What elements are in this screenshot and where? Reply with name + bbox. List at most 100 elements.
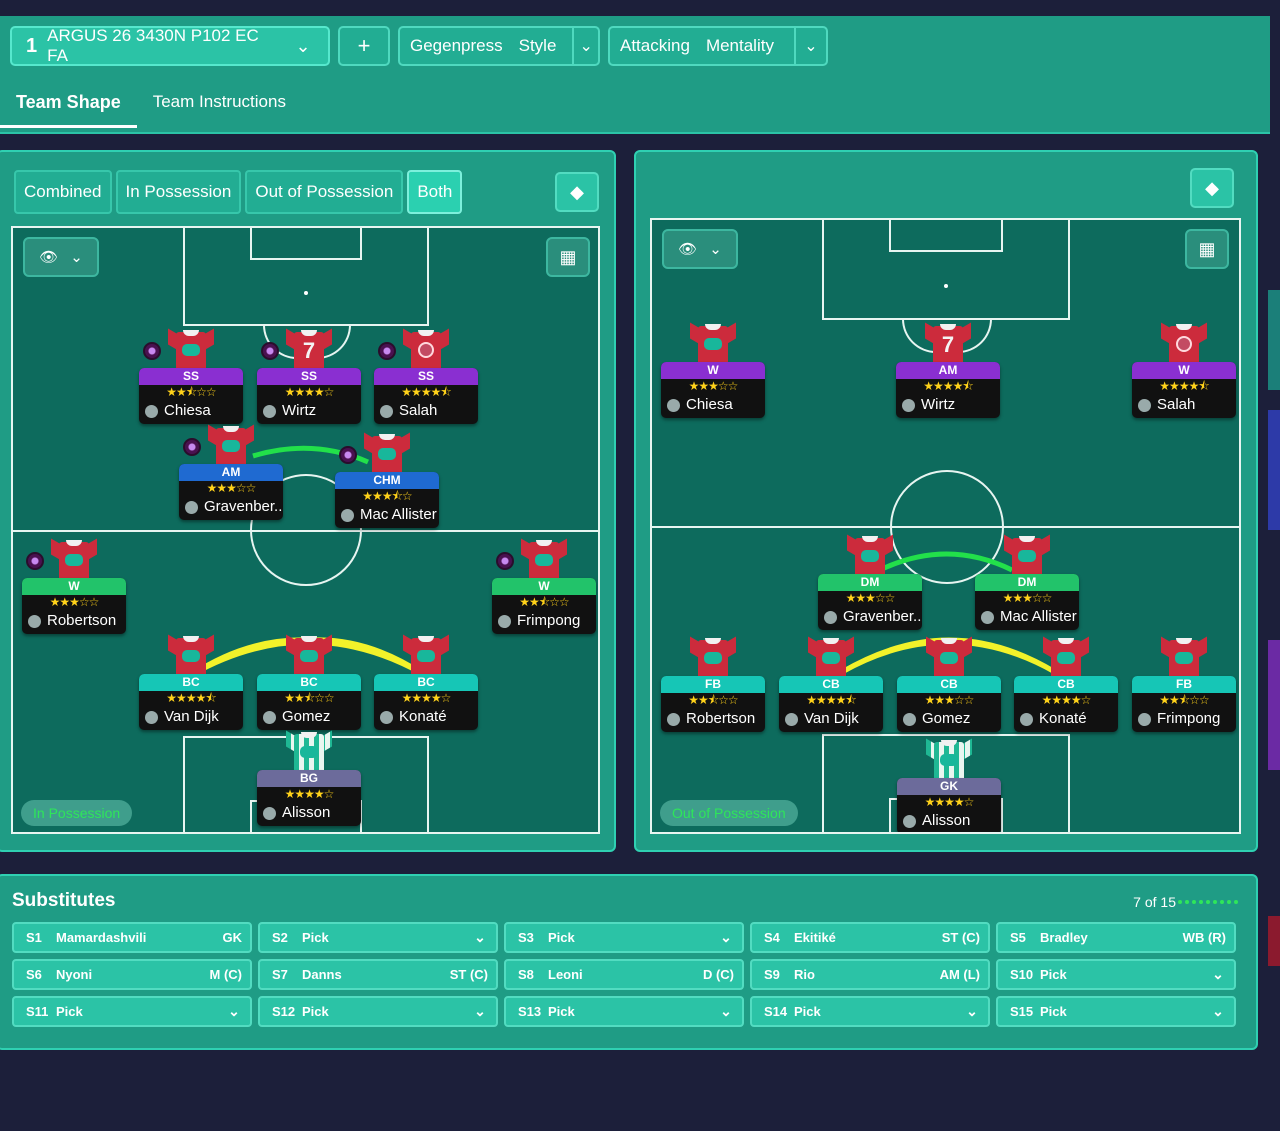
sub-position: M (C): [209, 967, 243, 982]
sub-slot-s4[interactable]: S4 Ekitiké ST (C): [750, 922, 990, 953]
sub-slot-s7[interactable]: S7 Danns ST (C): [258, 959, 498, 990]
sub-slot-s1[interactable]: S1 Mamardashvili GK: [12, 922, 252, 953]
role-label: SS: [257, 368, 361, 385]
diamond-tool-button[interactable]: ◆: [555, 172, 599, 212]
sub-slot-s8[interactable]: S8 Leoni D (C): [504, 959, 744, 990]
sub-position: GK: [222, 930, 243, 945]
player-card[interactable]: CB ★★★☆☆ Gomez: [897, 676, 1001, 732]
tactic-select[interactable]: 1 ARGUS 26 3430N P102 EC FA ⌄: [10, 26, 330, 66]
diamond-tool-button[interactable]: ◆: [1190, 168, 1234, 208]
crest-icon: [418, 342, 434, 358]
sub-slot-s9[interactable]: S9 Rio AM (L): [750, 959, 990, 990]
sub-player-name: Danns: [302, 967, 342, 982]
player-name: Robertson: [686, 710, 756, 727]
role-label: FB: [1132, 676, 1236, 693]
sub-player-name: Bradley: [1040, 930, 1088, 945]
person-icon: [263, 806, 276, 820]
player-card[interactable]: FB ★★⯪☆☆ Frimpong: [1132, 676, 1236, 732]
mentality-select[interactable]: Attacking Mentality ⌄: [608, 26, 828, 66]
role-label: CHM: [335, 472, 439, 489]
player-card[interactable]: W ★★⯪☆☆ Frimpong: [492, 578, 596, 634]
chevron-down-icon: ⌄: [720, 1003, 732, 1019]
player-card[interactable]: W ★★★☆☆ Chiesa: [661, 362, 765, 418]
person-icon: [824, 610, 837, 624]
player-name-row: Robertson: [22, 610, 126, 632]
grid-view-button[interactable]: ▦: [546, 237, 590, 277]
sub-slot-s12[interactable]: S12 Pick ⌄: [258, 996, 498, 1027]
player-name-row: Alisson: [897, 810, 1001, 832]
crest-icon: [65, 554, 83, 566]
player-card[interactable]: GK ★★★★☆ Alisson: [897, 778, 1001, 832]
style-select[interactable]: Gegenpress Style ⌄: [398, 26, 600, 66]
role-badge-icon: [26, 552, 44, 570]
player-card[interactable]: DM ★★★☆☆ Mac Allister: [975, 574, 1079, 630]
sub-slot-s5[interactable]: S5 Bradley WB (R): [996, 922, 1236, 953]
sub-slot-s13[interactable]: S13 Pick ⌄: [504, 996, 744, 1027]
visibility-button[interactable]: 👁 ⌄: [23, 237, 99, 277]
player-card[interactable]: BC ★★★★⯪ Van Dijk: [139, 674, 243, 730]
role-rating-stars: ★★⯪☆☆: [1159, 693, 1209, 707]
player-name-row: Frimpong: [492, 610, 596, 632]
tab-combined[interactable]: Combined: [14, 170, 112, 214]
player-name-row: Konaté: [1014, 708, 1118, 730]
sub-slot-s15[interactable]: S15 Pick ⌄: [996, 996, 1236, 1027]
tab-team-shape[interactable]: Team Shape: [0, 76, 137, 128]
sub-slot-number: S10: [1010, 967, 1034, 982]
phase-label-in-possession: In Possession: [21, 800, 133, 826]
eye-icon: 👁: [678, 241, 698, 258]
player-card[interactable]: AM ★★★★⯪ Wirtz: [896, 362, 1000, 418]
role-rating-stars: ★★★★⯪: [923, 379, 973, 393]
role-label: GK: [897, 778, 1001, 795]
sub-player-name: Pick: [302, 1004, 329, 1019]
player-card[interactable]: BG ★★★★☆ Alisson: [257, 770, 361, 826]
crest-icon: [1057, 652, 1075, 664]
role-rating-stars: ★★★☆☆: [688, 379, 739, 393]
phase-label-out-of-possession: Out of Possession: [660, 800, 798, 826]
player-card[interactable]: SS ★★⯪☆☆ Chiesa: [139, 368, 243, 424]
player-card[interactable]: SS ★★★★⯪ Salah: [374, 368, 478, 424]
player-card[interactable]: SS ★★★★☆ Wirtz: [257, 368, 361, 424]
grid-view-button[interactable]: ▦: [1185, 229, 1229, 269]
role-rating-stars: ★★★★⯪: [1159, 379, 1209, 393]
player-card[interactable]: BC ★★★★☆ Konaté: [374, 674, 478, 730]
role-rating-stars: ★★★⯪☆: [362, 489, 412, 503]
sub-slot-s3[interactable]: S3 Pick ⌄: [504, 922, 744, 953]
sub-slot-s11[interactable]: S11 Pick ⌄: [12, 996, 252, 1027]
player-name-row: Salah: [1132, 394, 1236, 416]
player-card[interactable]: AM ★★★☆☆ Gravenber...: [179, 464, 283, 520]
player-card[interactable]: DM ★★★☆☆ Gravenber...: [818, 574, 922, 630]
shirt-icon: [286, 730, 332, 772]
player-card[interactable]: CHM ★★★⯪☆ Mac Allister: [335, 472, 439, 528]
tab-both[interactable]: Both: [407, 170, 463, 214]
sub-slot-s10[interactable]: S10 Pick ⌄: [996, 959, 1236, 990]
add-tactic-button[interactable]: +: [338, 26, 390, 66]
tab-in-possession[interactable]: In Possession: [115, 170, 242, 214]
shirt-icon: [1161, 636, 1207, 678]
sub-slot-s6[interactable]: S6 Nyoni M (C): [12, 959, 252, 990]
player-card[interactable]: BC ★★⯪☆☆ Gomez: [257, 674, 361, 730]
view-tabs: Combined In Possession Out of Possession…: [14, 170, 463, 214]
chevron-down-icon: ⌄: [295, 35, 311, 56]
player-card[interactable]: CB ★★★★☆ Konaté: [1014, 676, 1118, 732]
person-icon: [785, 712, 798, 726]
player-card[interactable]: FB ★★⯪☆☆ Robertson: [661, 676, 765, 732]
penalty-spot: [944, 284, 948, 288]
grid-icon: ▦: [1198, 238, 1216, 259]
tab-out-of-possession[interactable]: Out of Possession: [245, 170, 404, 214]
tab-team-instructions[interactable]: Team Instructions: [137, 76, 302, 128]
player-name-row: Konaté: [374, 706, 478, 728]
sub-slot-s2[interactable]: S2 Pick ⌄: [258, 922, 498, 953]
player-name-row: Salah: [374, 400, 478, 422]
shirt-icon: 7: [925, 322, 971, 364]
person-icon: [981, 610, 994, 624]
role-rating-stars: ★★★★☆: [1041, 693, 1092, 707]
sub-slot-s14[interactable]: S14 Pick ⌄: [750, 996, 990, 1027]
player-card[interactable]: CB ★★★★⯪ Van Dijk: [779, 676, 883, 732]
person-icon: [1138, 712, 1151, 726]
chevron-down-icon: ⌄: [709, 241, 722, 258]
player-card[interactable]: W ★★★★⯪ Salah: [1132, 362, 1236, 418]
player-card[interactable]: W ★★★☆☆ Robertson: [22, 578, 126, 634]
visibility-button[interactable]: 👁 ⌄: [662, 229, 738, 269]
player-name-row: Gomez: [257, 706, 361, 728]
player-name-row: Chiesa: [139, 400, 243, 422]
